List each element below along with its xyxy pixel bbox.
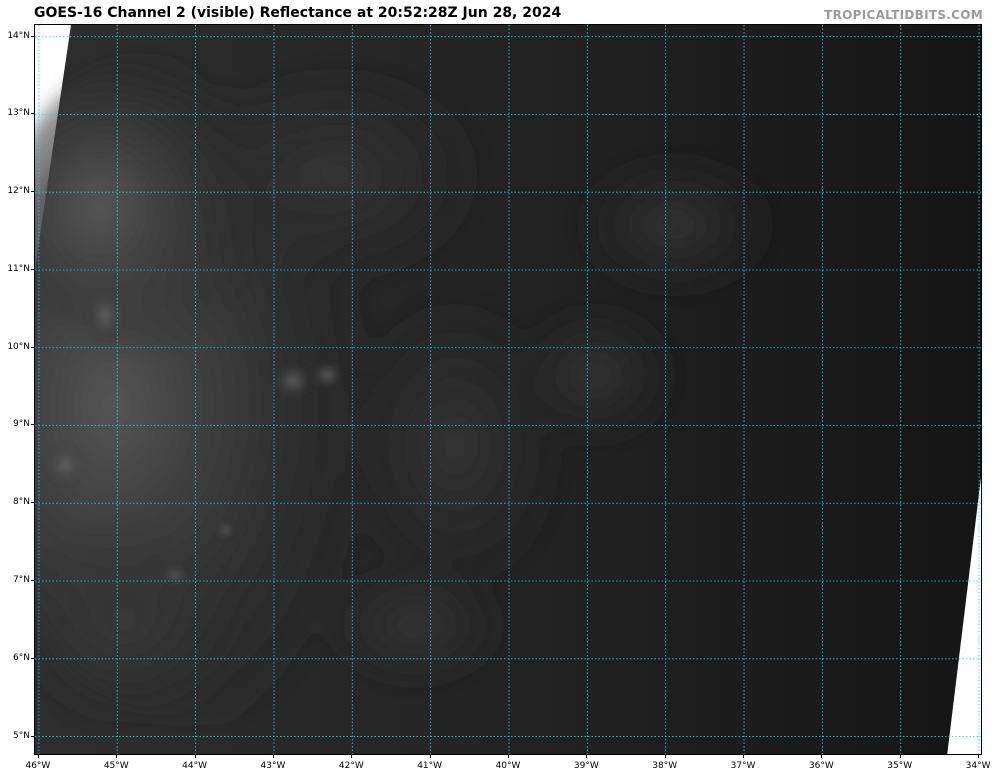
latitude-tick-mark <box>31 113 34 115</box>
longitude-tick-mark <box>586 755 588 758</box>
longitude-tick-mark <box>351 755 353 758</box>
longitude-tick-label: 35°W <box>887 761 913 771</box>
latitude-tick-label: 14°N <box>7 30 30 41</box>
longitude-tick-label: 38°W <box>652 761 678 771</box>
latitude-tick-label: 8°N <box>13 497 30 508</box>
longitude-tick-label: 41°W <box>417 761 443 771</box>
longitude-tick-label: 36°W <box>808 761 834 771</box>
latitude-tick-label: 5°N <box>13 730 30 741</box>
latitude-tick-mark <box>31 191 34 193</box>
latitude-tick-mark <box>31 580 34 582</box>
longitude-tick-mark <box>743 755 745 758</box>
latitude-tick-mark <box>31 657 34 659</box>
satellite-map <box>34 24 982 755</box>
satellite-imagery <box>35 25 981 754</box>
longitude-tick-label: 37°W <box>730 761 756 771</box>
longitude-tick-mark <box>508 755 509 758</box>
latitude-tick-mark <box>31 424 34 426</box>
longitude-tick-mark <box>821 755 823 758</box>
latitude-tick-label: 9°N <box>13 419 30 430</box>
longitude-tick-label: 44°W <box>182 761 208 771</box>
latitude-tick-mark <box>31 35 34 37</box>
longitude-tick-mark <box>429 755 431 758</box>
map-title: GOES-16 Channel 2 (visible) Reflectance … <box>34 5 562 21</box>
longitude-tick-label: 46°W <box>25 761 51 771</box>
longitude-tick-label: 42°W <box>338 761 364 771</box>
latitude-tick-label: 12°N <box>7 186 30 197</box>
latitude-tick-mark <box>31 735 34 737</box>
longitude-tick-label: 39°W <box>573 761 599 771</box>
longitude-tick-mark <box>978 755 980 758</box>
latitude-tick-mark <box>31 268 34 270</box>
longitude-tick-mark <box>899 755 901 758</box>
longitude-tick-mark <box>664 755 666 758</box>
longitude-tick-mark <box>272 755 274 758</box>
latitude-tick-label: 7°N <box>13 575 30 586</box>
longitude-tick-label: 45°W <box>103 761 129 771</box>
latitude-tick-label: 6°N <box>13 652 30 663</box>
latitude-tick-label: 10°N <box>7 341 30 352</box>
longitude-tick-label: 43°W <box>260 761 286 771</box>
longitude-tick-mark <box>37 755 39 758</box>
latitude-tick-label: 13°N <box>7 108 30 119</box>
latitude-tick-mark <box>31 346 34 348</box>
latitude-tick-label: 11°N <box>7 263 30 274</box>
longitude-tick-label: 40°W <box>495 761 521 771</box>
longitude-tick-mark <box>194 755 196 758</box>
longitude-tick-mark <box>116 755 118 758</box>
latitude-tick-mark <box>31 502 34 504</box>
source-credit: TROPICALTIDBITS.COM <box>824 8 983 22</box>
longitude-tick-label: 34°W <box>965 761 991 771</box>
